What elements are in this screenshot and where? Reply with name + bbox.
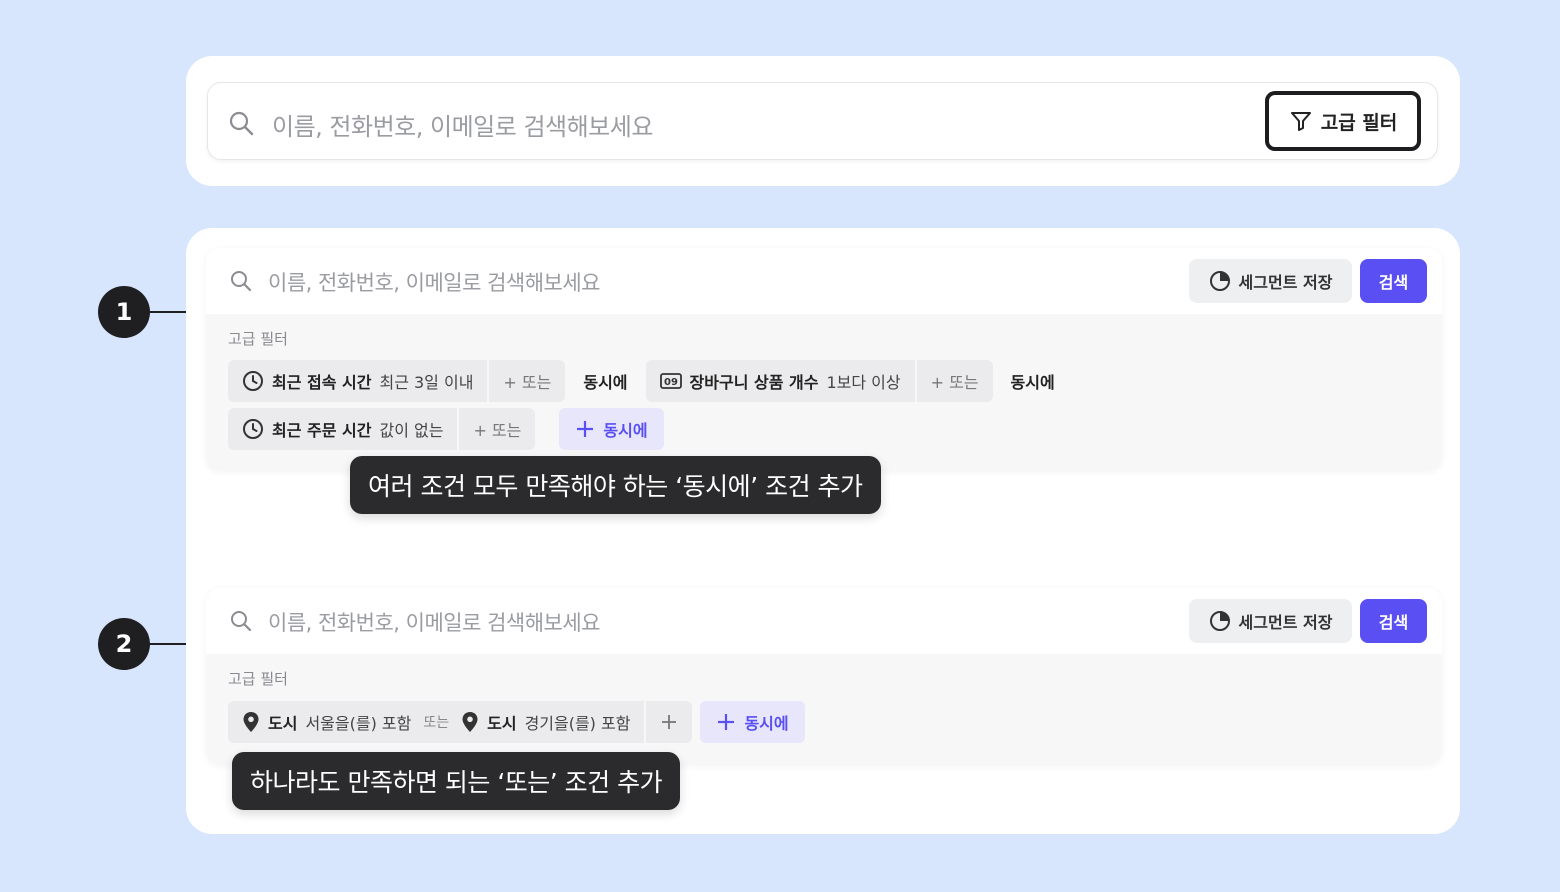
- location-pin-icon: [461, 711, 479, 733]
- filter-chip-city[interactable]: 도시 서울을(를) 포함 또는 도시 경기을(를) 포함: [228, 701, 645, 743]
- filter-field-name: 도시: [268, 714, 298, 733]
- filter-panel-1: 이름, 전화번호, 이메일로 검색해보세요 세그먼트 저장 검색 고급 필터 최…: [206, 248, 1442, 470]
- step-marker-1: 1: [98, 286, 150, 338]
- plus-icon: [575, 419, 595, 439]
- marker-connector-line: [148, 643, 186, 645]
- filter-chip-last-access[interactable]: 최근 접속 시간 최근 3일 이내: [228, 360, 488, 402]
- location-pin-icon: [242, 711, 260, 733]
- filter-funnel-icon: [1289, 109, 1313, 133]
- search-icon: [228, 110, 254, 136]
- add-or-button[interactable]: [646, 701, 693, 743]
- filter-row-1: 최근 접속 시간 최근 3일 이내 + 또는 동시에 09 장바구니 상품 개수…: [228, 360, 1073, 402]
- filter-field-name: 최근 주문 시간: [272, 421, 372, 440]
- pie-chart-icon: [1209, 270, 1231, 292]
- advanced-filter-title: 고급 필터: [228, 330, 288, 348]
- add-and-label: 동시에: [603, 421, 648, 440]
- marker-connector-line: [148, 311, 186, 313]
- or-connector-label: 또는: [423, 715, 450, 731]
- segment-save-label: 세그먼트 저장: [1238, 273, 1333, 292]
- search-icon: [230, 270, 252, 292]
- filter-value: 값이 없는: [379, 421, 444, 440]
- search-button[interactable]: 검색: [1360, 599, 1427, 643]
- segment-save-button[interactable]: 세그먼트 저장: [1189, 599, 1352, 643]
- filter-field-name: 장바구니 상품 개수: [689, 373, 819, 392]
- plus-icon: [660, 713, 678, 731]
- filter-field-name: 최근 접속 시간: [272, 373, 372, 392]
- search-input[interactable]: 이름, 전화번호, 이메일로 검색해보세요: [268, 267, 601, 297]
- filter-row-2: 최근 주문 시간 값이 없는 + 또는 동시에: [228, 408, 664, 450]
- add-or-button[interactable]: + 또는: [489, 360, 566, 402]
- filter-chip-cart-count[interactable]: 09 장바구니 상품 개수 1보다 이상: [645, 360, 915, 402]
- and-connector-label: 동시에: [1010, 373, 1055, 392]
- search-input[interactable]: 이름, 전화번호, 이메일로 검색해보세요: [272, 107, 653, 142]
- clock-icon: [242, 418, 264, 440]
- filter-value: 1보다 이상: [826, 373, 901, 392]
- panel-search-bar: 이름, 전화번호, 이메일로 검색해보세요 세그먼트 저장 검색: [206, 248, 1442, 314]
- plus-icon: [716, 712, 736, 732]
- examples-card: 이름, 전화번호, 이메일로 검색해보세요 세그먼트 저장 검색 고급 필터 최…: [186, 228, 1460, 834]
- search-input[interactable]: 이름, 전화번호, 이메일로 검색해보세요: [268, 607, 601, 637]
- or-condition-tooltip: 하나라도 만족하면 되는 ‘또는’ 조건 추가: [232, 752, 681, 810]
- add-and-button[interactable]: 동시에: [559, 408, 664, 450]
- add-or-button[interactable]: + 또는: [459, 408, 536, 450]
- filter-panel-2: 이름, 전화번호, 이메일로 검색해보세요 세그먼트 저장 검색 고급 필터 도…: [206, 588, 1442, 764]
- filter-row-1: 도시 서울을(를) 포함 또는 도시 경기을(를) 포함 동시에: [228, 701, 805, 743]
- panel-search-bar: 이름, 전화번호, 이메일로 검색해보세요 세그먼트 저장 검색: [206, 588, 1442, 654]
- search-icon: [230, 610, 252, 632]
- advanced-filter-label: 고급 필터: [1320, 111, 1398, 134]
- svg-text:09: 09: [664, 377, 678, 388]
- search-button[interactable]: 검색: [1360, 259, 1427, 303]
- segment-save-label: 세그먼트 저장: [1238, 613, 1333, 632]
- advanced-filter-button[interactable]: 고급 필터: [1265, 91, 1421, 151]
- filter-value: 서울을(를) 포함: [305, 714, 412, 733]
- filter-field-name: 도시: [487, 714, 517, 733]
- and-condition-tooltip: 여러 조건 모두 만족해야 하는 ‘동시에’ 조건 추가: [350, 456, 881, 514]
- segment-save-button[interactable]: 세그먼트 저장: [1189, 259, 1352, 303]
- number-icon: 09: [659, 373, 682, 389]
- top-search-card: 이름, 전화번호, 이메일로 검색해보세요 고급 필터: [186, 56, 1460, 186]
- top-search-bar[interactable]: 이름, 전화번호, 이메일로 검색해보세요 고급 필터: [207, 82, 1438, 160]
- clock-icon: [242, 370, 264, 392]
- filter-chip-last-order[interactable]: 최근 주문 시간 값이 없는: [228, 408, 458, 450]
- pie-chart-icon: [1209, 610, 1231, 632]
- advanced-filter-title: 고급 필터: [228, 670, 288, 688]
- add-and-button[interactable]: 동시에: [700, 701, 805, 743]
- step-marker-2: 2: [98, 618, 150, 670]
- filter-value: 경기을(를) 포함: [524, 714, 631, 733]
- filter-value: 최근 3일 이내: [379, 373, 474, 392]
- and-connector-label: 동시에: [583, 373, 628, 392]
- add-or-button[interactable]: + 또는: [916, 360, 993, 402]
- add-and-label: 동시에: [744, 714, 789, 733]
